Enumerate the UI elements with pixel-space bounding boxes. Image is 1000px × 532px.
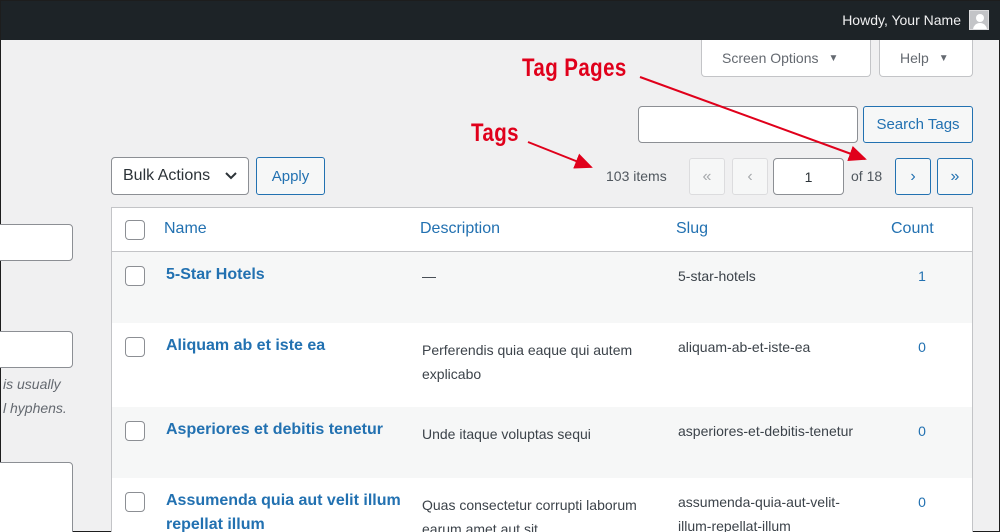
table-row: Asperiores et debitis tenetur Unde itaqu…	[112, 407, 972, 478]
tags-arrow	[527, 141, 593, 169]
tag-name-link[interactable]: Assumenda quia aut velit illum repellat …	[166, 489, 406, 532]
column-name[interactable]: Name	[164, 220, 207, 238]
tag-name-link[interactable]: Aliquam ab et iste ea	[166, 334, 406, 358]
tag-description: Quas consectetur corrupti laborum earum …	[422, 497, 637, 532]
tag-slug: assumenda-quia-aut-velit-illum-repellat-…	[678, 494, 840, 532]
prev-page-button[interactable]: ‹	[732, 158, 768, 195]
tag-description: —	[422, 268, 436, 284]
select-all-checkbox[interactable]	[125, 220, 145, 240]
help-button[interactable]: Help ▼	[879, 40, 973, 77]
row-checkbox[interactable]	[125, 337, 145, 357]
tag-count-link[interactable]: 0	[902, 419, 942, 443]
row-checkbox[interactable]	[125, 266, 145, 286]
slug-hint-text: is usually	[3, 376, 61, 392]
last-page-button[interactable]: »	[937, 158, 973, 195]
table-row: Aliquam ab et iste ea Perferendis quia e…	[112, 323, 972, 407]
search-input[interactable]	[638, 106, 858, 143]
tag-description: Perferendis quia eaque qui autem explica…	[422, 342, 633, 382]
current-page-input[interactable]: 1	[773, 158, 844, 195]
admin-bar: Howdy, Your Name	[1, 1, 1000, 40]
table-row: Assumenda quia aut velit illum repellat …	[112, 478, 972, 532]
tag-description-field[interactable]	[0, 462, 73, 532]
next-page-button[interactable]: ›	[895, 158, 931, 195]
row-checkbox[interactable]	[125, 421, 145, 441]
tag-description: Unde itaque voluptas sequi	[422, 426, 591, 442]
table-row: 5-Star Hotels — 5-star-hotels 1	[112, 252, 972, 323]
screen-options-button[interactable]: Screen Options ▼	[701, 40, 871, 77]
tag-count-link[interactable]: 0	[902, 335, 942, 359]
tag-pages-annotation: Tag Pages	[522, 54, 627, 82]
howdy-greeting[interactable]: Howdy, Your Name	[842, 12, 961, 28]
first-page-button[interactable]: «	[689, 158, 725, 195]
column-count[interactable]: Count	[891, 220, 934, 238]
tag-slug: aliquam-ab-et-iste-ea	[678, 339, 811, 355]
tag-name-link[interactable]: Asperiores et debitis tenetur	[166, 418, 406, 442]
column-description[interactable]: Description	[420, 220, 500, 238]
caret-down-icon: ▼	[938, 52, 949, 64]
tag-slug: asperiores-et-debitis-tenetur	[678, 423, 854, 439]
tags-annotation: Tags	[471, 119, 519, 147]
avatar[interactable]	[969, 10, 989, 30]
tags-table: Name Description Slug Count 5-Star Hotel…	[111, 207, 973, 532]
items-count: 103 items	[606, 168, 667, 184]
caret-down-icon: ▼	[828, 52, 839, 64]
tag-slug: 5-star-hotels	[678, 268, 756, 284]
bulk-actions-label: Bulk Actions	[123, 167, 211, 184]
tag-count-link[interactable]: 0	[902, 490, 942, 514]
tag-name-field[interactable]	[0, 224, 73, 261]
tag-name-link[interactable]: 5-Star Hotels	[166, 263, 406, 287]
help-label: Help	[900, 50, 929, 66]
screen-options-label: Screen Options	[722, 50, 819, 66]
row-checkbox[interactable]	[125, 492, 145, 512]
apply-button[interactable]: Apply	[256, 157, 325, 195]
chevron-down-icon	[225, 172, 237, 180]
bulk-actions-select[interactable]: Bulk Actions	[111, 157, 249, 195]
search-tags-button[interactable]: Search Tags	[863, 106, 973, 143]
total-pages: of 18	[851, 168, 883, 184]
column-slug[interactable]: Slug	[676, 220, 708, 238]
tag-count-link[interactable]: 1	[902, 264, 942, 288]
tag-slug-field[interactable]	[0, 331, 73, 368]
slug-hint-text: l hyphens.	[3, 400, 67, 416]
table-header: Name Description Slug Count	[112, 208, 972, 252]
